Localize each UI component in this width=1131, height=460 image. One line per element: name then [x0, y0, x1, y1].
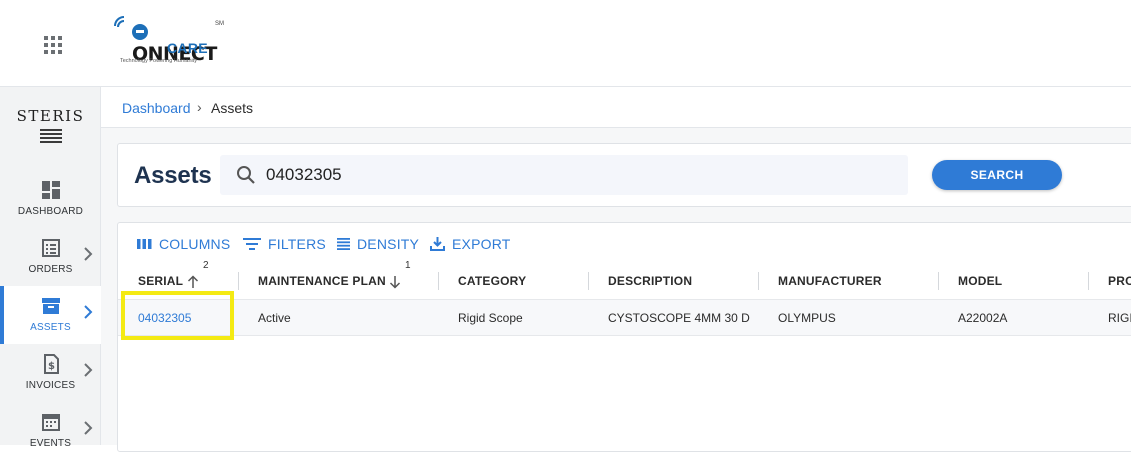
- filter-icon: [243, 238, 261, 250]
- column-header-manufacturer[interactable]: MANUFACTURER: [778, 263, 882, 300]
- column-separator[interactable]: [438, 272, 439, 290]
- sort-order-badge: 2: [203, 260, 209, 271]
- sidebar-item-label: DASHBOARD: [17, 206, 84, 217]
- search-panel: Assets SEARCH: [117, 143, 1131, 207]
- column-separator[interactable]: [938, 272, 939, 290]
- chevron-right-icon[interactable]: [82, 304, 94, 320]
- sidebar-item-events[interactable]: EVENTS: [0, 402, 101, 460]
- orders-list-icon: [42, 239, 60, 257]
- breadcrumb: Dashboard › Assets: [101, 87, 1131, 128]
- logo-care-text: CARE: [167, 40, 208, 56]
- sidebar-item-label: ASSETS: [30, 322, 71, 333]
- search-button[interactable]: SEARCH: [932, 160, 1062, 190]
- density-label: DENSITY: [357, 236, 420, 252]
- column-separator[interactable]: [1088, 272, 1089, 290]
- product-cell: RIGI: [1108, 311, 1131, 325]
- maintenance-plan-cell: Active: [258, 311, 291, 325]
- table-header: SERIAL 2 MAINTENANCE PLAN 1 CATEGORY DES…: [118, 260, 1131, 300]
- highlight-box: [121, 291, 234, 340]
- table-row[interactable]: 04032305 Active Rigid Scope CYSTOSCOPE 4…: [118, 300, 1131, 336]
- density-icon: [337, 238, 350, 250]
- sidebar: STERIS DASHBOARD ORDERS ASSETS $ INVOICE…: [0, 87, 101, 449]
- sidebar-item-label: INVOICES: [25, 380, 76, 391]
- sort-descending-icon[interactable]: [389, 275, 401, 289]
- export-button[interactable]: EXPORT: [430, 235, 511, 253]
- apps-grid-icon[interactable]: [44, 36, 62, 54]
- top-header: ONNECT SM CARE Technology Powering Human…: [0, 0, 1131, 87]
- assets-grid: COLUMNS FILTERS DENSITY EXPORT SERIAL 2: [117, 222, 1131, 452]
- breadcrumb-separator: ›: [197, 99, 202, 115]
- column-header-maintenance-plan[interactable]: MAINTENANCE PLAN: [258, 263, 386, 300]
- columns-button[interactable]: COLUMNS: [137, 235, 230, 253]
- page-title: Assets: [134, 162, 212, 189]
- column-header-category[interactable]: CATEGORY: [458, 263, 526, 300]
- breadcrumb-current: Assets: [211, 100, 254, 116]
- sort-ascending-icon[interactable]: [187, 275, 199, 289]
- logo-tagline: Technology Powering Humanity: [120, 58, 198, 64]
- column-header-product[interactable]: PRO: [1108, 263, 1131, 300]
- sort-order-badge: 1: [405, 260, 411, 271]
- manufacturer-cell: OLYMPUS: [778, 311, 836, 325]
- chevron-right-icon[interactable]: [82, 420, 94, 436]
- sidebar-item-dashboard[interactable]: DASHBOARD: [0, 170, 101, 228]
- breadcrumb-dashboard-link[interactable]: Dashboard: [122, 100, 191, 116]
- chevron-right-icon[interactable]: [82, 246, 94, 262]
- steris-logo-text: STERIS: [16, 107, 85, 125]
- search-input[interactable]: [266, 163, 866, 187]
- sidebar-item-assets[interactable]: ASSETS: [0, 286, 101, 344]
- filters-button[interactable]: FILTERS: [243, 235, 326, 253]
- grid-toolbar: COLUMNS FILTERS DENSITY EXPORT: [118, 223, 1131, 263]
- logo-sm-mark: SM: [215, 21, 224, 27]
- assets-box-icon: [42, 298, 60, 314]
- sidebar-item-label: EVENTS: [29, 438, 72, 449]
- dashboard-icon: [42, 181, 60, 199]
- column-separator[interactable]: [588, 272, 589, 290]
- export-label: EXPORT: [452, 236, 511, 252]
- description-cell: CYSTOSCOPE 4MM 30 D: [608, 311, 750, 325]
- sidebar-item-label: ORDERS: [28, 264, 73, 275]
- sidebar-item-orders[interactable]: ORDERS: [0, 228, 101, 286]
- steris-mark-icon: [40, 129, 62, 147]
- columns-icon: [137, 239, 152, 249]
- category-cell: Rigid Scope: [458, 311, 523, 325]
- model-cell: A22002A: [958, 311, 1008, 325]
- column-header-description[interactable]: DESCRIPTION: [608, 263, 692, 300]
- search-box[interactable]: [220, 155, 908, 195]
- column-separator[interactable]: [758, 272, 759, 290]
- chevron-right-icon[interactable]: [82, 362, 94, 378]
- filters-label: FILTERS: [268, 236, 326, 252]
- search-icon: [237, 166, 255, 184]
- connectcare-logo[interactable]: ONNECT SM CARE Technology Powering Human…: [112, 12, 232, 68]
- invoice-dollar-icon: $: [44, 354, 59, 374]
- svg-text:$: $: [48, 361, 55, 372]
- calendar-icon: [42, 414, 60, 431]
- sidebar-item-invoices[interactable]: $ INVOICES: [0, 344, 101, 402]
- signal-arcs-icon: [114, 16, 125, 28]
- export-download-icon: [430, 237, 445, 251]
- columns-label: COLUMNS: [159, 236, 231, 252]
- column-header-model[interactable]: MODEL: [958, 263, 1002, 300]
- column-separator[interactable]: [238, 272, 239, 290]
- density-button[interactable]: DENSITY: [337, 235, 419, 253]
